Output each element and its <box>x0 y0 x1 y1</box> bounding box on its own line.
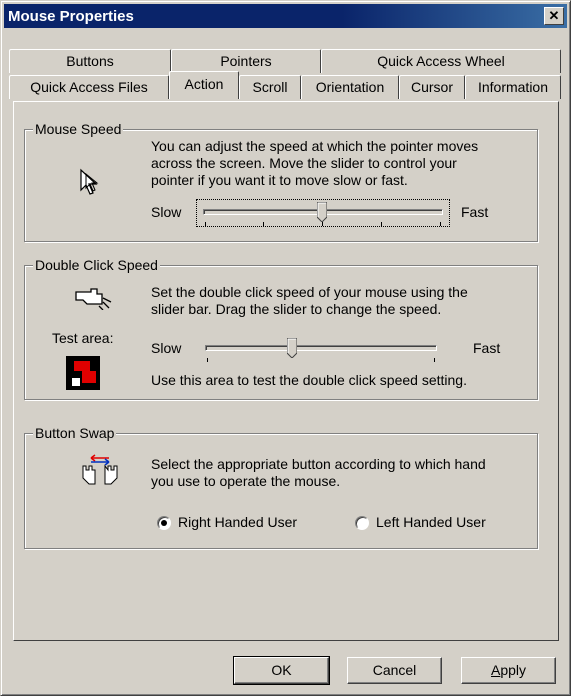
tick <box>263 222 264 226</box>
tick <box>322 222 323 226</box>
close-icon: ✕ <box>548 8 560 23</box>
double-click-slider[interactable] <box>201 336 441 362</box>
tick <box>207 358 208 362</box>
right-handed-label[interactable]: Right Handed User <box>178 514 297 531</box>
tab-cursor[interactable]: Cursor <box>399 75 465 99</box>
close-button[interactable]: ✕ <box>544 7 564 25</box>
left-handed-label[interactable]: Left Handed User <box>376 514 486 531</box>
tab-information[interactable]: Information <box>465 75 561 99</box>
window-title: Mouse Properties <box>8 7 134 25</box>
tick <box>434 358 435 362</box>
double-click-fast-label: Fast <box>473 340 501 356</box>
right-handed-radio[interactable] <box>157 516 171 530</box>
mouse-speed-slow-label: Slow <box>151 204 182 220</box>
apply-button[interactable]: Apply <box>461 657 556 684</box>
tick <box>205 222 206 226</box>
left-handed-radio[interactable] <box>355 516 369 530</box>
tab-scroll[interactable]: Scroll <box>239 75 301 99</box>
mouse-speed-desc-1: You can adjust the speed at which the po… <box>151 138 479 154</box>
tab-action[interactable]: Action <box>169 71 239 99</box>
double-click-slow-label: Slow <box>151 340 182 356</box>
mouse-speed-desc-3: pointer if you want it to move slow or f… <box>151 172 408 188</box>
mouse-properties-window: Mouse Properties ✕ Buttons Pointers Quic… <box>0 0 571 696</box>
pointer-speed-icon <box>80 168 99 195</box>
button-swap-desc-2: you use to operate the mouse. <box>151 473 341 489</box>
double-click-speed-group: Double Click Speed Set the double click … <box>24 257 538 400</box>
double-click-legend: Double Click Speed <box>33 257 160 273</box>
double-click-test-area[interactable] <box>66 356 100 390</box>
tab-quick-access-wheel[interactable]: Quick Access Wheel <box>321 49 561 73</box>
mouse-speed-desc-2: across the screen. Move the slider to co… <box>151 155 457 171</box>
mouse-speed-legend: Mouse Speed <box>33 121 124 137</box>
title-bar[interactable]: Mouse Properties ✕ <box>4 4 567 28</box>
button-swap-group: Button Swap Select the appropriate butto… <box>24 425 538 549</box>
hand-click-icon <box>75 288 112 310</box>
mouse-speed-slider[interactable] <box>196 199 450 227</box>
mouse-speed-fast-label: Fast <box>461 204 489 220</box>
tab-quick-access-files[interactable]: Quick Access Files <box>9 75 169 99</box>
tab-buttons[interactable]: Buttons <box>9 49 171 73</box>
ok-button[interactable]: OK <box>233 656 330 685</box>
swap-hands-icon <box>82 454 118 485</box>
button-swap-legend: Button Swap <box>33 425 117 441</box>
double-click-desc-1: Set the double click speed of your mouse… <box>151 284 468 300</box>
tick <box>440 222 441 226</box>
mouse-speed-group: Mouse Speed You can adjust the speed at … <box>24 121 538 242</box>
mouse-speed-thumb[interactable] <box>317 202 327 222</box>
double-click-desc-2: slider bar. Drag the slider to change th… <box>151 301 442 317</box>
test-area-label: Test area: <box>52 330 114 346</box>
tick <box>381 222 382 226</box>
cancel-button[interactable]: Cancel <box>347 657 442 684</box>
double-click-thumb[interactable] <box>287 338 298 358</box>
tab-pointers[interactable]: Pointers <box>171 49 321 73</box>
button-swap-desc-1: Select the appropriate button according … <box>151 456 486 472</box>
double-click-track <box>205 345 437 351</box>
tab-orientation[interactable]: Orientation <box>301 75 399 99</box>
double-click-test-hint: Use this area to test the double click s… <box>151 372 467 388</box>
